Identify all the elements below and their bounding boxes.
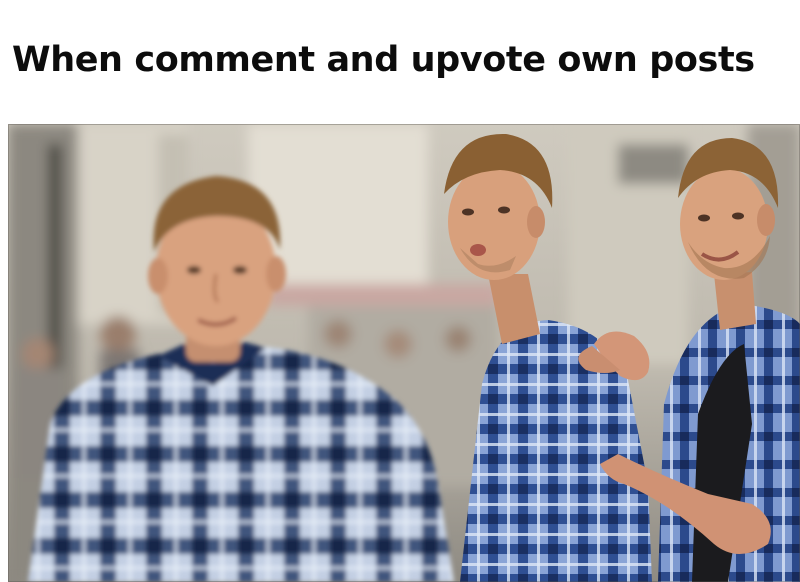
meme-caption: When comment and upvote own posts <box>12 40 755 80</box>
meme-photo-illustration <box>8 124 800 582</box>
meme-photo <box>8 124 800 582</box>
caption-bar: When comment and upvote own posts <box>0 0 800 122</box>
